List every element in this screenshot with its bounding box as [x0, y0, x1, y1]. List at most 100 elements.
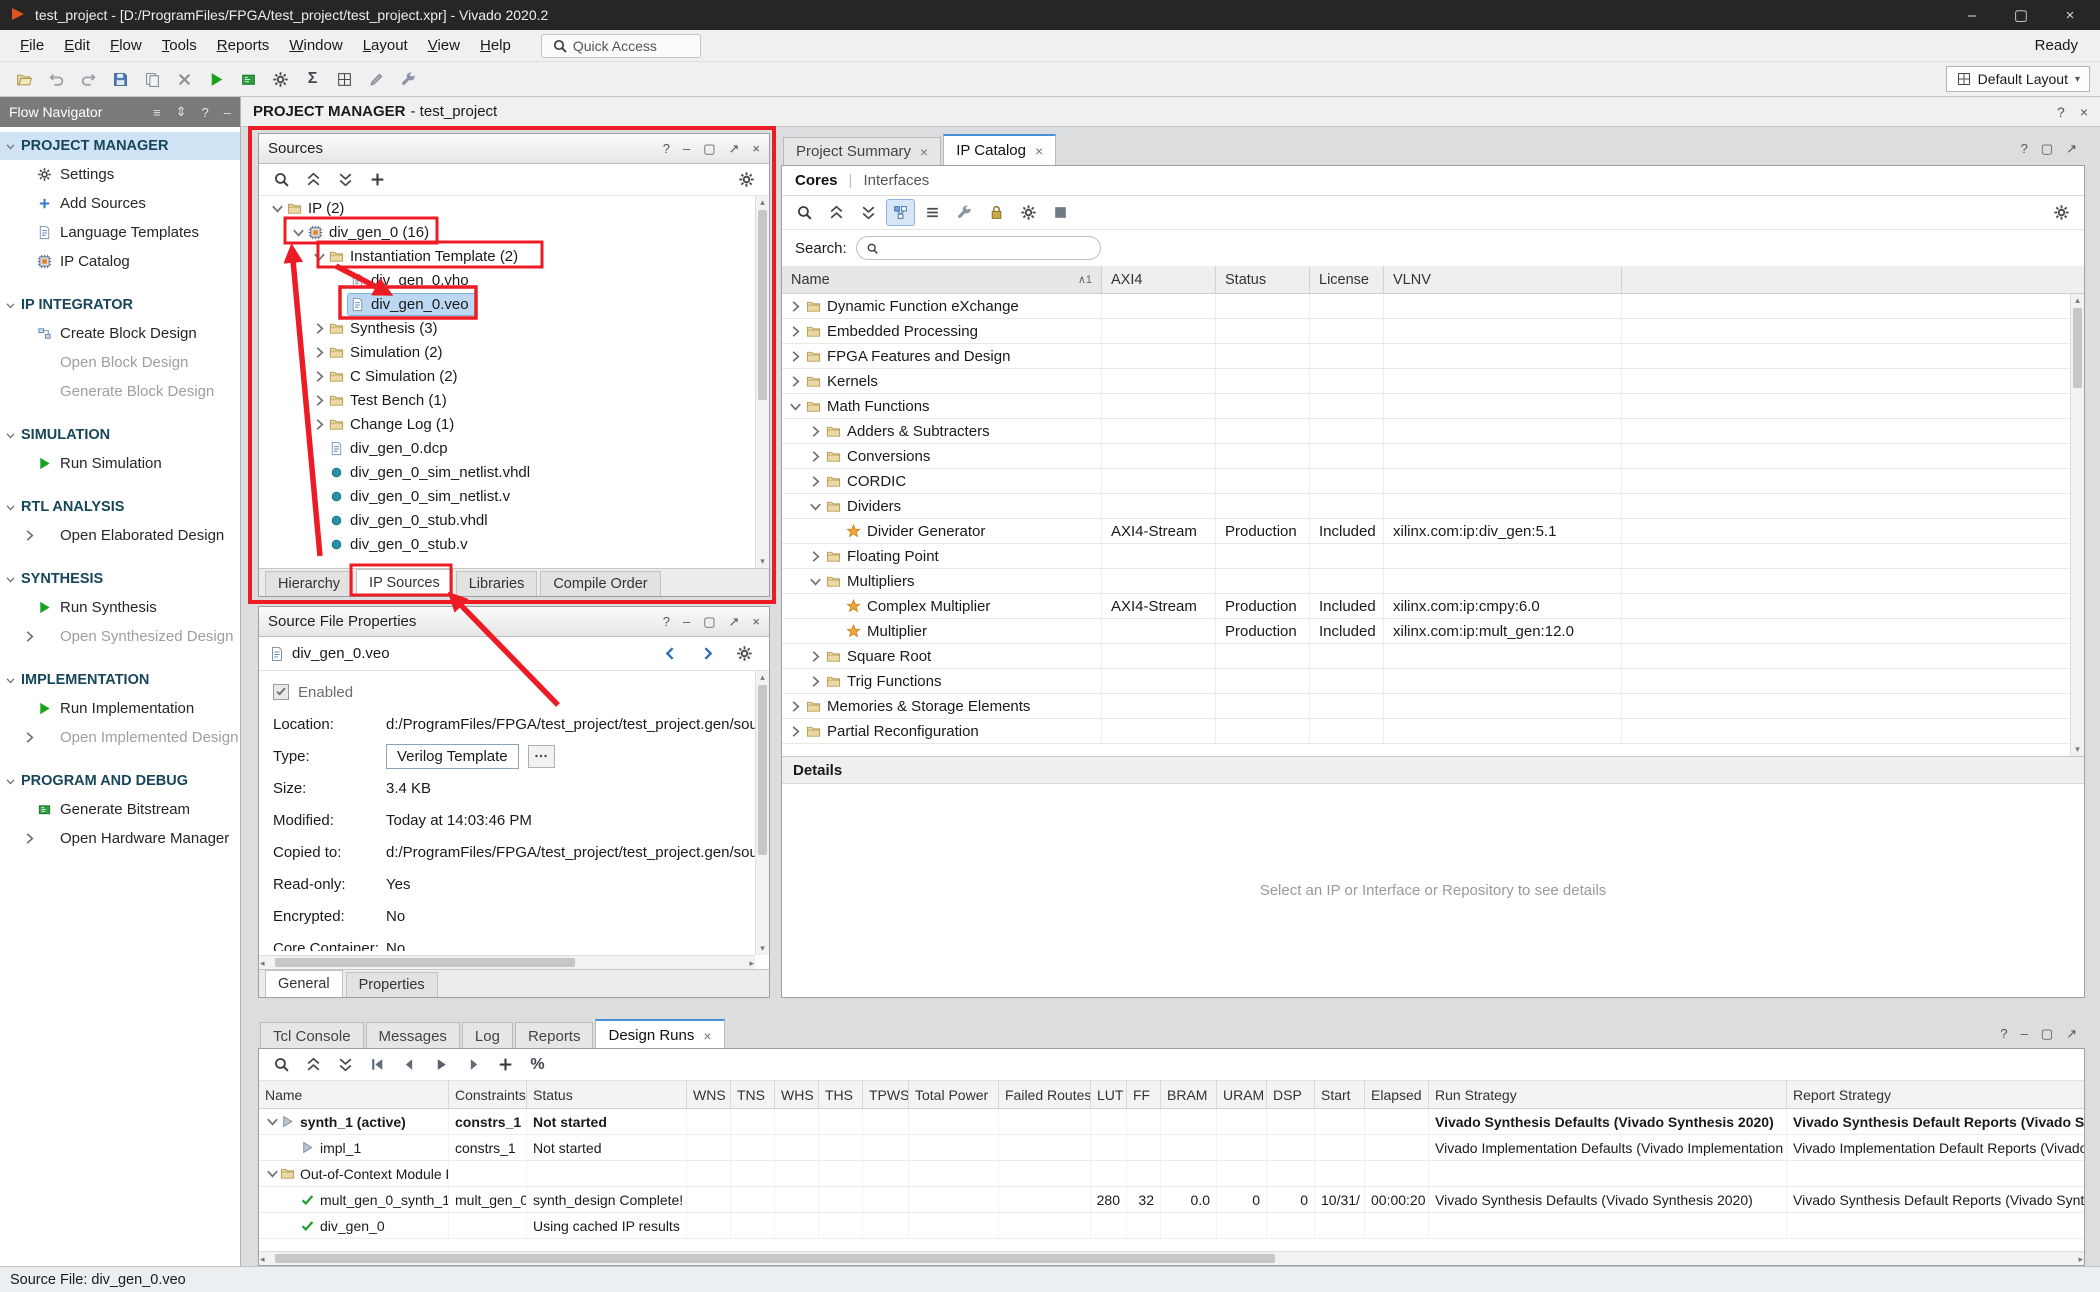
maximize-panel-icon[interactable]: ↗	[2066, 1026, 2077, 1042]
catalog-row-dividers[interactable]: Dividers	[782, 494, 2070, 519]
help-icon[interactable]: ?	[663, 141, 670, 157]
runs-column-wns[interactable]: WNS	[687, 1081, 731, 1108]
settings-gear-button[interactable]	[732, 166, 761, 193]
tree-item-c-simulation-2[interactable]: C Simulation (2)	[259, 364, 755, 388]
help-icon[interactable]: ?	[2000, 1026, 2007, 1042]
collapse-all-button[interactable]	[822, 199, 851, 226]
sidebar-item-open-implemented-design[interactable]: Open Implemented Design	[0, 723, 240, 752]
column-license[interactable]: License	[1310, 266, 1384, 293]
tab-log[interactable]: Log	[462, 1022, 513, 1050]
collapse-all-button[interactable]	[299, 1051, 328, 1078]
tab-properties[interactable]: Properties	[346, 972, 438, 997]
close-icon[interactable]: ×	[2080, 104, 2088, 120]
menu-view[interactable]: View	[418, 37, 470, 54]
sidebar-item-language-templates[interactable]: Language Templates	[0, 218, 240, 247]
column-status[interactable]: Status	[1216, 266, 1310, 293]
runs-column-uram[interactable]: URAM	[1217, 1081, 1267, 1108]
vertical-scrollbar[interactable]: ▴ ▾	[755, 671, 769, 955]
lock-button[interactable]	[982, 199, 1011, 226]
runs-column-ths[interactable]: THS	[819, 1081, 863, 1108]
tree-item-div-gen-0-16[interactable]: div_gen_0 (16)	[259, 220, 755, 244]
help-icon[interactable]: ?	[663, 614, 670, 630]
search-button[interactable]	[267, 166, 296, 193]
sidebar-item-open-block-design[interactable]: Open Block Design	[0, 348, 240, 377]
catalog-row-divider-generator[interactable]: Divider GeneratorAXI4-StreamProductionIn…	[782, 519, 2070, 544]
tree-item-div-gen-0-stub-v[interactable]: div_gen_0_stub.v	[259, 532, 755, 556]
tree-item-div-gen-0-stub-vhdl[interactable]: div_gen_0_stub.vhdl	[259, 508, 755, 532]
horizontal-scrollbar[interactable]: ◂▸	[259, 955, 755, 969]
percent-button[interactable]: %	[523, 1051, 552, 1078]
close-panel-icon[interactable]: ×	[752, 614, 760, 630]
runs-column-dsp[interactable]: DSP	[1267, 1081, 1315, 1108]
copy-button[interactable]	[138, 66, 167, 93]
float-panel-icon[interactable]: ▢	[703, 614, 715, 630]
catalog-row-floating-point[interactable]: Floating Point	[782, 544, 2070, 569]
tree-item-instantiation-template-2[interactable]: Instantiation Template (2)	[259, 244, 755, 268]
tab-tcl-console[interactable]: Tcl Console	[260, 1022, 364, 1050]
tab-libraries[interactable]: Libraries	[456, 571, 538, 596]
catalog-row-partial-reconfiguration[interactable]: Partial Reconfiguration	[782, 719, 2070, 744]
runs-column-whs[interactable]: WHS	[775, 1081, 819, 1108]
tree-item-synthesis-3[interactable]: Synthesis (3)	[259, 316, 755, 340]
step-first-button[interactable]	[363, 1051, 392, 1078]
expand-all-button[interactable]	[331, 166, 360, 193]
runs-column-failed-routes[interactable]: Failed Routes	[999, 1081, 1091, 1108]
tab-ip-sources[interactable]: IP Sources	[356, 569, 453, 596]
vertical-scrollbar[interactable]: ▴ ▾	[755, 196, 769, 568]
runs-column-run-strategy[interactable]: Run Strategy	[1429, 1081, 1787, 1108]
catalog-search-input[interactable]	[856, 236, 1101, 260]
tab-hierarchy[interactable]: Hierarchy	[265, 571, 353, 596]
close-panel-icon[interactable]: ×	[752, 141, 760, 157]
runs-column-tns[interactable]: TNS	[731, 1081, 775, 1108]
section-header-rtl-analysis[interactable]: RTL ANALYSIS	[0, 493, 240, 521]
maximize-panel-icon[interactable]: ↗	[729, 141, 740, 157]
catalog-row-cordic[interactable]: CORDIC	[782, 469, 2070, 494]
menu-layout[interactable]: Layout	[353, 37, 418, 54]
close-x-button[interactable]	[170, 66, 199, 93]
minimize-panel-icon[interactable]: –	[224, 105, 231, 120]
maximize-panel-icon[interactable]: ↗	[2066, 141, 2077, 157]
section-header-program-and-debug[interactable]: PROGRAM AND DEBUG	[0, 767, 240, 795]
sidebar-item-generate-bitstream[interactable]: Generate Bitstream	[0, 795, 240, 824]
runs-column-total-power[interactable]: Total Power	[909, 1081, 999, 1108]
catalog-row-kernels[interactable]: Kernels	[782, 369, 2070, 394]
run-row-div-gen-0[interactable]: div_gen_0Using cached IP results	[259, 1213, 2084, 1239]
quick-access-search[interactable]: Quick Access	[541, 34, 701, 58]
help-icon[interactable]: ?	[202, 105, 209, 120]
runs-column-constraints[interactable]: Constraints	[449, 1081, 527, 1108]
catalog-row-dynamic-function-exchange[interactable]: Dynamic Function eXchange	[782, 294, 2070, 319]
sidebar-item-generate-block-design[interactable]: Generate Block Design	[0, 377, 240, 406]
catalog-row-conversions[interactable]: Conversions	[782, 444, 2070, 469]
pencil-button[interactable]	[362, 66, 391, 93]
close-tab-icon[interactable]: ×	[703, 1028, 711, 1044]
folder-open-button[interactable]	[10, 66, 39, 93]
column-axi4[interactable]: AXI4	[1102, 266, 1216, 293]
menu-tools[interactable]: Tools	[152, 37, 207, 54]
taxonomy-button[interactable]	[886, 199, 915, 226]
tab-ip-catalog[interactable]: IP Catalog×	[943, 134, 1056, 165]
tree-item-div-gen-0-vho[interactable]: div_gen_0.vho	[259, 268, 755, 292]
section-header-implementation[interactable]: IMPLEMENTATION	[0, 666, 240, 694]
expand-collapse-icon[interactable]: ⇕	[176, 104, 187, 120]
sigma-button[interactable]: Σ	[298, 66, 327, 93]
sidebar-item-open-synthesized-design[interactable]: Open Synthesized Design	[0, 622, 240, 651]
undo-button[interactable]	[42, 66, 71, 93]
previous-object-button[interactable]	[656, 640, 685, 667]
board-button[interactable]	[234, 66, 263, 93]
menu-window[interactable]: Window	[279, 37, 352, 54]
run-play-button[interactable]	[427, 1051, 456, 1078]
tree-item-div-gen-0-sim-netlist-v[interactable]: div_gen_0_sim_netlist.v	[259, 484, 755, 508]
run-row-mult-gen-0-synth-1[interactable]: mult_gen_0_synth_1mult_gen_0synth_design…	[259, 1187, 2084, 1213]
catalog-row-memories-storage-elements[interactable]: Memories & Storage Elements	[782, 694, 2070, 719]
search-button[interactable]	[790, 199, 819, 226]
catalog-row-math-functions[interactable]: Math Functions	[782, 394, 2070, 419]
help-icon[interactable]: ?	[2057, 104, 2065, 120]
play-button[interactable]	[202, 66, 231, 93]
settings-gear-button[interactable]	[730, 640, 759, 667]
tab-project-summary[interactable]: Project Summary×	[783, 137, 941, 165]
menu-file[interactable]: File	[10, 37, 54, 54]
expand-all-button[interactable]	[331, 1051, 360, 1078]
wrench-button[interactable]	[394, 66, 423, 93]
tab-messages[interactable]: Messages	[366, 1022, 460, 1050]
enabled-checkbox[interactable]	[273, 684, 289, 700]
